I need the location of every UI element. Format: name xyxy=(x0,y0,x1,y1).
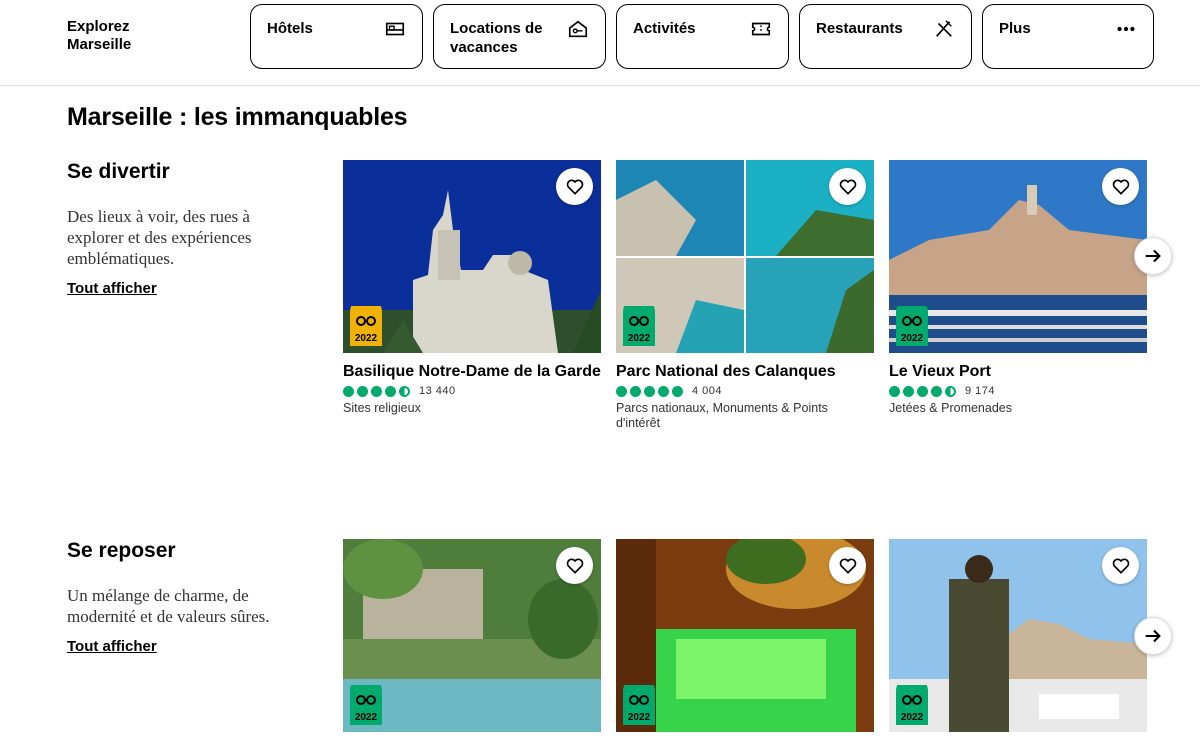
nav-hotels-label: Hôtels xyxy=(267,20,313,37)
travellers-choice-award-badge: 2022 xyxy=(896,685,928,725)
heart-icon xyxy=(839,179,856,195)
rating-bubble xyxy=(385,385,396,397)
hotel-photo[interactable]: 2022 xyxy=(889,539,1147,732)
hotel-card[interactable]: 2022 xyxy=(616,539,874,732)
ticket-icon xyxy=(751,22,771,36)
nav-restaurants-label: Restaurants xyxy=(816,20,903,37)
hotel-card[interactable]: 2022 xyxy=(343,539,601,732)
award-year: 2022 xyxy=(628,333,651,344)
rating-bubble xyxy=(672,385,683,397)
travellers-choice-award-badge: 2022 xyxy=(623,306,655,346)
brand-line-1: Explorez xyxy=(67,18,130,35)
hotel-photo[interactable]: 2022 xyxy=(616,539,874,732)
heart-icon xyxy=(839,558,856,574)
fork-knife-icon xyxy=(936,20,952,37)
travellers-choice-award-badge: 2022 xyxy=(350,306,382,346)
heart-icon xyxy=(1112,558,1129,574)
save-heart-button[interactable] xyxy=(1102,547,1139,584)
rating-bubble xyxy=(917,385,928,397)
attraction-name[interactable]: Basilique Notre-Dame de la Garde xyxy=(343,362,601,382)
award-year: 2022 xyxy=(901,333,924,344)
save-heart-button[interactable] xyxy=(829,168,866,205)
attraction-card[interactable]: 2022 Parc National des Calanques 4 004 P… xyxy=(616,160,874,431)
rating-bubble xyxy=(889,385,900,397)
save-heart-button[interactable] xyxy=(556,168,593,205)
arrow-right-icon xyxy=(1145,629,1161,643)
attraction-card[interactable]: 2022 Le Vieux Port 9 174 Jetées & Promen… xyxy=(889,160,1147,416)
nav-more-label: Plus xyxy=(999,20,1031,37)
rating-bubble-half xyxy=(945,385,956,397)
arrow-right-icon xyxy=(1145,249,1161,263)
award-year: 2022 xyxy=(628,712,651,723)
heart-icon xyxy=(1112,179,1129,195)
rating-bubble-half xyxy=(399,385,410,397)
review-count: 4 004 xyxy=(692,385,723,397)
nav-more-button[interactable]: Plus xyxy=(982,4,1154,69)
nav-vacation-rentals-label: Locations de vacances xyxy=(450,20,543,56)
attraction-photo[interactable]: 2022 xyxy=(343,160,601,353)
attraction-name[interactable]: Le Vieux Port xyxy=(889,362,1147,382)
save-heart-button[interactable] xyxy=(829,547,866,584)
rating-bubbles: 9 174 xyxy=(889,385,1147,397)
brand-line-2: Marseille xyxy=(67,36,132,53)
carousel-next-button[interactable] xyxy=(1134,617,1172,655)
attraction-card[interactable]: 2022 Basilique Notre-Dame de la Garde 13… xyxy=(343,160,601,416)
more-dots-icon xyxy=(1117,26,1135,32)
nav-restaurants-button[interactable]: Restaurants xyxy=(799,4,972,69)
attraction-photo[interactable]: 2022 xyxy=(616,160,874,353)
rating-bubble xyxy=(931,385,942,397)
category-description-se-reposer: Un mélange de charme, de modernité et de… xyxy=(67,586,270,626)
travellers-choice-award-badge: 2022 xyxy=(623,685,655,725)
carousel-next-button[interactable] xyxy=(1134,237,1172,275)
rating-bubble xyxy=(357,385,368,397)
nav-hotels-button[interactable]: Hôtels xyxy=(250,4,423,69)
rating-bubbles: 4 004 xyxy=(616,385,874,397)
travellers-choice-award-badge: 2022 xyxy=(896,306,928,346)
save-heart-button[interactable] xyxy=(556,547,593,584)
nav-activities-button[interactable]: Activités xyxy=(616,4,789,69)
top-navigation-bar: Explorez Marseille Hôtels Locations de v… xyxy=(0,0,1200,86)
page-section-title: Marseille : les immanquables xyxy=(67,103,408,131)
award-year: 2022 xyxy=(355,712,378,723)
hotel-photo[interactable]: 2022 xyxy=(343,539,601,732)
heart-icon xyxy=(566,179,583,195)
heart-icon xyxy=(566,558,583,574)
rating-bubble xyxy=(616,385,627,397)
attraction-category-tags: Parcs nationaux, Monuments & Points d'in… xyxy=(616,401,828,430)
rating-bubble xyxy=(658,385,669,397)
rating-bubble xyxy=(343,385,354,397)
attraction-category-tags: Sites religieux xyxy=(343,401,421,415)
category-title-se-reposer: Se reposer xyxy=(67,539,176,562)
category-description-se-divertir: Des lieux à voir, des rues à explorer et… xyxy=(67,207,252,268)
attraction-name[interactable]: Parc National des Calanques xyxy=(616,362,874,382)
see-all-link-se-divertir[interactable]: Tout afficher xyxy=(67,280,157,297)
attraction-photo[interactable]: 2022 xyxy=(889,160,1147,353)
award-year: 2022 xyxy=(901,712,924,723)
nav-activities-label: Activités xyxy=(633,20,696,37)
bed-icon xyxy=(385,22,405,36)
rating-bubble xyxy=(644,385,655,397)
brand-title[interactable]: Explorez Marseille xyxy=(67,18,157,54)
nav-vacation-rentals-button[interactable]: Locations de vacances xyxy=(433,4,606,69)
rating-bubble xyxy=(903,385,914,397)
review-count: 13 440 xyxy=(419,385,456,397)
see-all-link-se-reposer[interactable]: Tout afficher xyxy=(67,638,157,655)
category-title-se-divertir: Se divertir xyxy=(67,160,170,183)
rating-bubble xyxy=(371,385,382,397)
travellers-choice-award-badge: 2022 xyxy=(350,685,382,725)
rating-bubbles: 13 440 xyxy=(343,385,601,397)
award-year: 2022 xyxy=(355,333,378,344)
save-heart-button[interactable] xyxy=(1102,168,1139,205)
house-key-icon xyxy=(568,20,588,38)
hotel-card[interactable]: 2022 xyxy=(889,539,1147,732)
review-count: 9 174 xyxy=(965,385,996,397)
attraction-category-tags: Jetées & Promenades xyxy=(889,401,1012,415)
rating-bubble xyxy=(630,385,641,397)
